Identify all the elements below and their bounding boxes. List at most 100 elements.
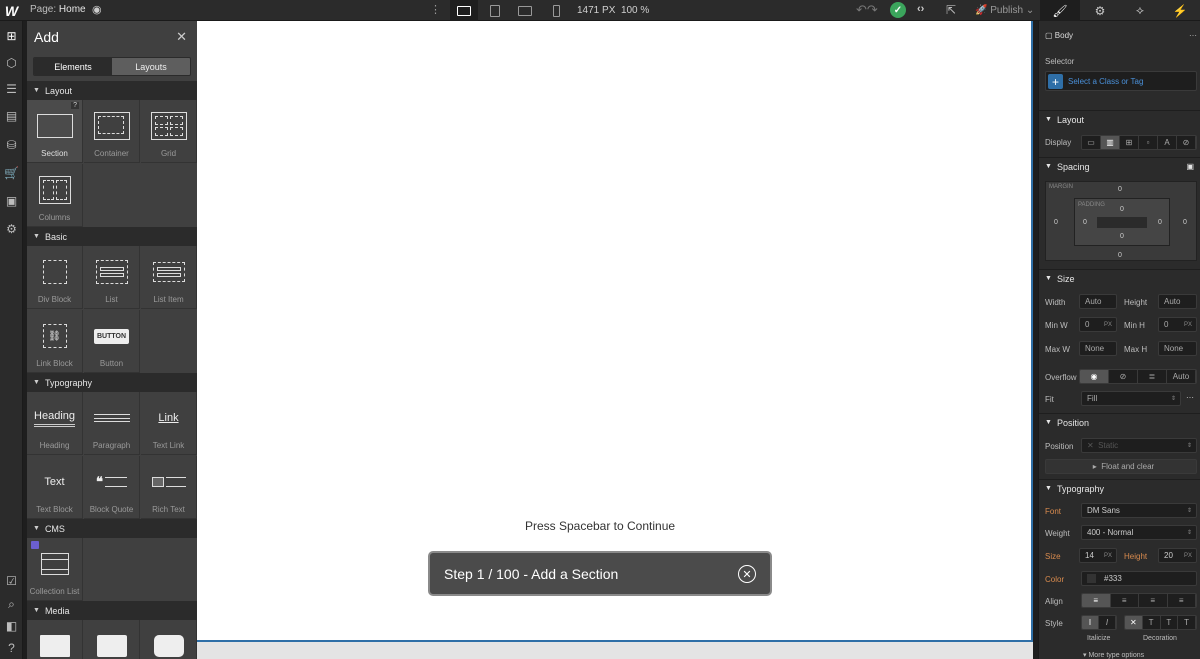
preview-eye-icon[interactable]: ◉ [92, 3, 104, 17]
display-none-icon[interactable]: ⊘ [1177, 136, 1196, 149]
tablet-landscape-breakpoint-button[interactable] [481, 0, 509, 21]
fit-select[interactable]: Fill ⇕ [1081, 391, 1181, 406]
min-width-unit[interactable]: PX [1104, 322, 1112, 328]
more-vertical-icon[interactable]: ⋮ [430, 3, 441, 16]
padding-right-value[interactable]: 0 [1158, 219, 1162, 226]
page-selector[interactable]: Page: Home [30, 4, 86, 15]
element-button[interactable]: BUTTON Button [84, 310, 140, 373]
section-header-typography-style[interactable]: ▼ Typography [1039, 479, 1200, 497]
more-type-options[interactable]: ▾ More type options [1083, 651, 1183, 659]
webflow-logo[interactable]: W [0, 0, 23, 21]
settings-gear-icon[interactable]: ⚙ [4, 221, 19, 236]
section-header-spacing[interactable]: ▼ Spacing ▣ [1039, 157, 1200, 175]
overflow-scroll-icon[interactable]: ≣ [1138, 370, 1167, 383]
element-image[interactable] [27, 620, 83, 659]
section-header-layout[interactable]: ▼ Layout [27, 81, 197, 100]
help-badge[interactable]: ? [71, 102, 79, 109]
section-header-size[interactable]: ▼ Size [1039, 269, 1200, 287]
section-header-typography[interactable]: ▼ Typography [27, 373, 197, 392]
design-canvas[interactable] [197, 21, 1033, 642]
lightning-tab-icon[interactable]: ⚡ [1160, 0, 1200, 21]
settings-tab-gear-icon[interactable]: ⚙ [1080, 0, 1120, 21]
tab-elements[interactable]: Elements [34, 58, 112, 75]
spacing-toggle-icon[interactable]: ▣ [1186, 162, 1194, 171]
overflow-hidden-icon[interactable]: ⊘ [1109, 370, 1138, 383]
italic-off-icon[interactable]: I [1082, 616, 1099, 629]
element-video[interactable] [84, 620, 140, 659]
element-grid[interactable]: Grid [141, 100, 197, 163]
element-div-block[interactable]: Div Block [27, 246, 83, 309]
margin-left-value[interactable]: 0 [1054, 219, 1058, 226]
overflow-visible-eye-icon[interactable]: ◉ [1080, 370, 1109, 383]
video-tutorials-icon[interactable]: ◧ [4, 618, 19, 633]
undo-redo-icons[interactable]: ↶↷ [856, 2, 878, 18]
more-horizontal-icon[interactable]: ⋯ [1189, 31, 1197, 40]
underline-icon[interactable]: T [1160, 616, 1179, 629]
publish-button[interactable]: 🚀 Publish ⌄ [975, 5, 1034, 16]
element-link-block[interactable]: ⛓ Link Block [27, 310, 83, 373]
min-width-input[interactable]: 0 PX [1079, 317, 1117, 332]
element-paragraph[interactable]: Paragraph [84, 392, 140, 455]
code-icon[interactable]: ‹› [917, 3, 924, 15]
line-height-input[interactable]: 20 PX [1158, 548, 1197, 563]
color-swatch[interactable] [1087, 574, 1096, 583]
element-youtube[interactable] [141, 620, 197, 659]
overflow-auto-option[interactable]: Auto [1167, 370, 1196, 383]
section-header-position[interactable]: ▼ Position [1039, 413, 1200, 431]
min-height-unit[interactable]: PX [1184, 322, 1192, 328]
mobile-landscape-breakpoint-button[interactable] [511, 0, 539, 21]
font-size-unit[interactable]: PX [1104, 553, 1112, 559]
padding-bottom-value[interactable]: 0 [1120, 233, 1124, 240]
margin-right-value[interactable]: 0 [1183, 219, 1187, 226]
tasks-check-icon[interactable]: ☑ [4, 573, 19, 588]
align-center-icon[interactable]: ≡ [1110, 594, 1139, 607]
desktop-breakpoint-button[interactable] [450, 0, 478, 21]
help-icon[interactable]: ? [4, 640, 19, 655]
navigator-icon[interactable]: ☰ [4, 81, 19, 96]
width-input[interactable]: Auto [1079, 294, 1117, 309]
element-heading[interactable]: Heading Heading [27, 392, 83, 455]
element-text-link[interactable]: Link Text Link [141, 392, 197, 455]
search-icon[interactable]: ⌕ [4, 597, 19, 612]
display-grid-icon[interactable]: ⊞ [1120, 136, 1139, 149]
plus-icon[interactable]: + [1048, 74, 1063, 89]
element-text-block[interactable]: Text Text Block [27, 456, 83, 519]
selector-field[interactable]: + Select a Class or Tag [1045, 71, 1197, 91]
mobile-portrait-breakpoint-button[interactable] [542, 0, 570, 21]
close-icon[interactable]: ✕ [176, 29, 187, 45]
element-rich-text[interactable]: Rich Text [141, 456, 197, 519]
padding-top-value[interactable]: 0 [1120, 206, 1124, 213]
position-select[interactable]: ✕ Static ⇕ [1081, 438, 1197, 453]
pages-icon[interactable]: ▤ [4, 108, 19, 123]
margin-bottom-value[interactable]: 0 [1118, 252, 1122, 259]
element-collection-list[interactable]: Collection List [27, 538, 83, 601]
line-height-unit[interactable]: PX [1184, 553, 1192, 559]
tab-layouts[interactable]: Layouts [112, 58, 190, 75]
export-icon[interactable]: ⇱ [946, 3, 956, 17]
font-size-input[interactable]: 14 PX [1079, 548, 1117, 563]
align-justify-icon[interactable]: ≡ [1167, 594, 1196, 607]
display-inline-icon[interactable]: A [1158, 136, 1177, 149]
height-input[interactable]: Auto [1158, 294, 1197, 309]
align-left-icon[interactable]: ≡ [1082, 594, 1111, 607]
add-icon[interactable]: ⊞ [4, 28, 19, 43]
style-tab-brush-icon[interactable]: 🖌 [1040, 0, 1080, 21]
max-width-input[interactable]: None [1079, 341, 1117, 356]
section-header-media[interactable]: ▼ Media [27, 601, 197, 620]
element-list-item[interactable]: List Item [141, 246, 197, 309]
font-select[interactable]: DM Sans ⇕ [1081, 503, 1197, 518]
overline-icon[interactable]: T [1178, 616, 1196, 629]
cms-database-icon[interactable]: ⛁ [4, 137, 19, 152]
element-block-quote[interactable]: ❝ Block Quote [84, 456, 140, 519]
italic-on-icon[interactable]: I [1099, 616, 1116, 629]
symbols-cube-icon[interactable]: ⬡ [4, 55, 19, 70]
display-block-icon[interactable]: ▭ [1082, 136, 1101, 149]
display-inline-block-icon[interactable]: ▫ [1139, 136, 1158, 149]
fit-more-icon[interactable]: ⋯ [1186, 393, 1198, 402]
section-header-basic[interactable]: ▼ Basic [27, 227, 197, 246]
padding-left-value[interactable]: 0 [1083, 219, 1087, 226]
decoration-none-icon[interactable]: ✕ [1125, 616, 1143, 629]
interactions-tab-icon[interactable]: ⟡ [1120, 0, 1160, 21]
max-height-input[interactable]: None [1158, 341, 1197, 356]
weight-select[interactable]: 400 - Normal ⇕ [1081, 525, 1197, 540]
